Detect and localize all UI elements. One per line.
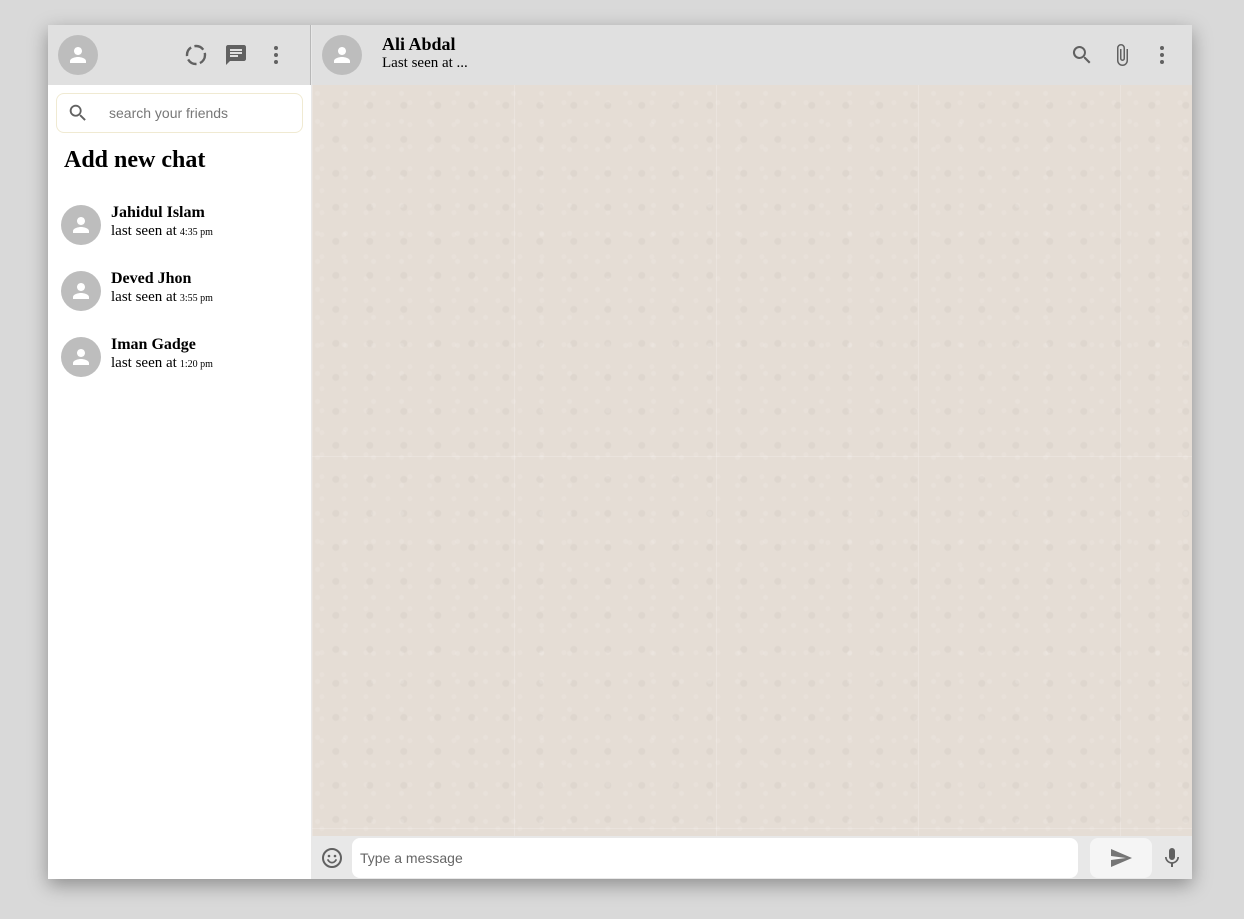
chat-last-seen: last seen at 4:35 pm — [111, 222, 213, 242]
list-item[interactable]: Iman Gadge last seen at 1:20 pm — [48, 324, 311, 390]
search-box — [56, 93, 303, 133]
chat-header-icons — [1062, 25, 1182, 85]
message-input[interactable] — [352, 837, 1078, 878]
person-icon — [73, 283, 89, 299]
user-avatar[interactable] — [58, 35, 98, 75]
app-window: Add new chat Jahidul Islam last seen at4… — [48, 25, 1192, 879]
more-vert-icon — [1160, 46, 1164, 64]
chat-last-seen: last seen at 3:55 pm — [111, 288, 213, 308]
person-icon — [334, 47, 350, 63]
last-seen-label: last seen at — [111, 223, 177, 239]
sidebar: Add new chat Jahidul Islam last seen at4… — [48, 25, 312, 879]
chat-messages-area[interactable] — [312, 85, 1192, 836]
attach-button[interactable] — [1102, 35, 1142, 75]
chat-panel: Ali Abdal Last seen at ... — [312, 25, 1192, 879]
new-chat-button[interactable] — [216, 35, 256, 75]
chat-list: Jahidul Islam last seen at 4:35 pm Deved … — [48, 192, 311, 390]
avatar — [61, 337, 101, 377]
mic-button[interactable] — [1152, 838, 1192, 878]
last-seen-time: 3:55 pm — [179, 293, 213, 304]
search-chat-button[interactable] — [1062, 35, 1102, 75]
chat-icon — [226, 45, 246, 65]
chat-info: Jahidul Islam last seen at 4:35 pm — [111, 204, 213, 242]
emoji-button[interactable] — [318, 844, 346, 872]
chat-header: Ali Abdal Last seen at ... — [312, 25, 1192, 85]
person-icon — [70, 47, 86, 63]
chat-name: Deved Jhon — [111, 270, 192, 287]
last-seen-label: last seen at — [111, 355, 177, 371]
add-new-chat-button[interactable]: Add new chat — [64, 147, 311, 174]
search-icon — [1072, 46, 1091, 64]
person-icon — [73, 349, 89, 365]
contact-info[interactable]: Ali Abdal Last seen at ... — [382, 35, 468, 73]
chat-last-seen: last seen at 1:20 pm — [111, 354, 213, 374]
sidebar-header — [48, 25, 311, 85]
list-item[interactable]: Jahidul Islam last seen at 4:35 pm — [48, 192, 311, 258]
contact-last-seen: Last seen at ... — [382, 55, 468, 71]
person-icon — [73, 217, 89, 233]
mic-icon — [1165, 847, 1179, 867]
more-vert-icon — [274, 46, 278, 64]
search-icon — [69, 104, 86, 121]
chat-info: Deved Jhon last seen at 3:55 pm — [111, 270, 213, 308]
chat-name: Iman Gadge — [111, 336, 196, 353]
search-input[interactable] — [107, 104, 281, 122]
last-seen-label: last seen at — [111, 289, 177, 305]
sidebar-header-icons — [176, 25, 296, 85]
search-container — [48, 85, 311, 133]
send-icon — [1111, 848, 1132, 867]
chat-name: Jahidul Islam — [111, 204, 205, 221]
avatar — [61, 271, 101, 311]
status-button[interactable] — [176, 35, 216, 75]
sidebar-menu-button[interactable] — [256, 35, 296, 75]
chat-footer — [312, 836, 1192, 879]
emoji-icon — [322, 847, 342, 868]
avatar — [61, 205, 101, 245]
contact-name: Ali Abdal — [382, 34, 456, 54]
status-icon — [185, 44, 207, 66]
last-seen-time: 1:20 pm — [179, 359, 213, 370]
chat-info: Iman Gadge last seen at 1:20 pm — [111, 336, 213, 374]
attach-icon — [1117, 44, 1128, 66]
list-item[interactable]: Deved Jhon last seen at 3:55 pm — [48, 258, 311, 324]
last-seen-time: 4:35 pm — [179, 227, 213, 238]
send-button[interactable] — [1090, 837, 1152, 878]
contact-avatar[interactable] — [322, 35, 362, 75]
chat-menu-button[interactable] — [1142, 35, 1182, 75]
